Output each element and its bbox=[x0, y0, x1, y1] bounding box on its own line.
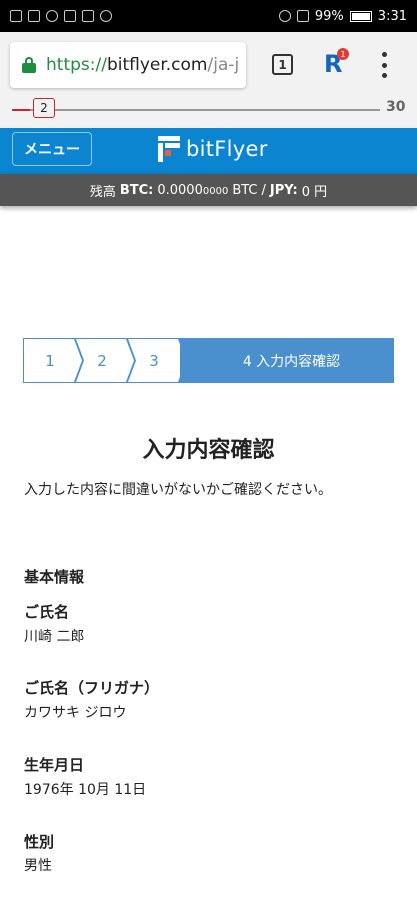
step-indicator: 1 2 3 4 入力内容確認 bbox=[23, 338, 394, 383]
address-bar[interactable]: https://bitflyer.com/ja-j bbox=[10, 42, 246, 88]
status-icons-left bbox=[10, 10, 112, 22]
field-label-gender: 性別 bbox=[24, 833, 55, 851]
step-4-label: 4 入力内容確認 bbox=[242, 353, 341, 370]
btc-value: 0.00000000 bbox=[157, 183, 228, 198]
battery-icon bbox=[349, 10, 372, 22]
btc-unit: BTC bbox=[232, 182, 258, 198]
btc-value-small: 0000 bbox=[202, 185, 229, 197]
step-3-label: 3 bbox=[149, 351, 159, 370]
instruction-text: 入力した内容に間違いがないかご確認ください。 bbox=[24, 482, 332, 498]
field-label-name: ご氏名 bbox=[24, 603, 70, 621]
field-value-birthdate: 1976年 10月 11日 bbox=[24, 782, 147, 798]
field-label-furigana: ご氏名（フリガナ） bbox=[24, 679, 160, 697]
menu-button[interactable]: メニュー bbox=[12, 132, 92, 166]
jpy-value: 0 円 bbox=[301, 184, 328, 200]
bitflyer-logo-icon bbox=[158, 136, 180, 162]
btc-value-main: 0.0000 bbox=[157, 182, 203, 198]
page-title: 入力内容確認 bbox=[142, 438, 275, 463]
url-scheme: https:// bbox=[46, 55, 107, 75]
bitflyer-logo[interactable]: bitFlyer bbox=[158, 136, 268, 162]
notification-badge: 1 bbox=[337, 48, 349, 60]
vibrate-icon bbox=[296, 10, 309, 22]
step-chevron-icon bbox=[178, 339, 188, 382]
photo-icon bbox=[64, 10, 76, 22]
slider-thumb[interactable]: 2 bbox=[33, 98, 55, 118]
status-bar: 99% 3:31 bbox=[0, 0, 417, 32]
alarm-icon bbox=[278, 10, 291, 22]
btc-label: BTC: bbox=[119, 182, 154, 198]
url-host: bitflyer.com bbox=[106, 55, 208, 75]
field-value-gender: 男性 bbox=[24, 858, 52, 874]
field-value-furigana: カワサキ ジロウ bbox=[24, 705, 127, 721]
browser-toolbar: https://bitflyer.com/ja-j 1 R 1 2 30 bbox=[0, 32, 417, 128]
section-title-basic-info: 基本情報 bbox=[24, 568, 85, 586]
tab-switcher-button[interactable]: 1 bbox=[272, 54, 293, 75]
jpy-label: JPY: bbox=[269, 182, 298, 198]
clock: 3:31 bbox=[377, 8, 407, 24]
lock-icon bbox=[22, 57, 36, 73]
step-1: 1 bbox=[24, 339, 84, 382]
slider-max-label: 30 bbox=[386, 99, 406, 115]
step-chevron-icon bbox=[126, 339, 136, 382]
field-label-birthdate: 生年月日 bbox=[24, 756, 85, 774]
url-path: /ja-j bbox=[207, 55, 240, 75]
slider-fill bbox=[12, 109, 31, 111]
slider-track[interactable] bbox=[12, 109, 380, 111]
mail-icon bbox=[82, 10, 94, 22]
wifi-icon bbox=[46, 10, 58, 22]
step-2-label: 2 bbox=[97, 351, 107, 370]
balance-separator: / bbox=[261, 182, 266, 198]
chat-icon bbox=[100, 10, 112, 22]
overflow-menu-icon[interactable] bbox=[379, 52, 389, 78]
signal-icon bbox=[28, 10, 40, 22]
hd-icon bbox=[10, 10, 22, 22]
step-chevron-icon bbox=[74, 339, 84, 382]
step-4-current: 4 入力内容確認 bbox=[180, 339, 393, 382]
site-header: メニュー bitFlyer bbox=[0, 128, 417, 174]
field-value-name: 川崎 二郎 bbox=[24, 629, 85, 645]
battery-percent: 99% bbox=[314, 8, 344, 24]
balance-bar: 残高 BTC: 0.00000000 BTC / JPY: 0 円 bbox=[0, 174, 417, 206]
status-icons-right: 99% 3:31 bbox=[278, 8, 407, 24]
extension-button[interactable]: R 1 bbox=[324, 48, 349, 80]
balance-label: 残高 bbox=[89, 184, 116, 200]
step-1-label: 1 bbox=[45, 351, 55, 370]
logo-text: bitFlyer bbox=[186, 137, 268, 161]
